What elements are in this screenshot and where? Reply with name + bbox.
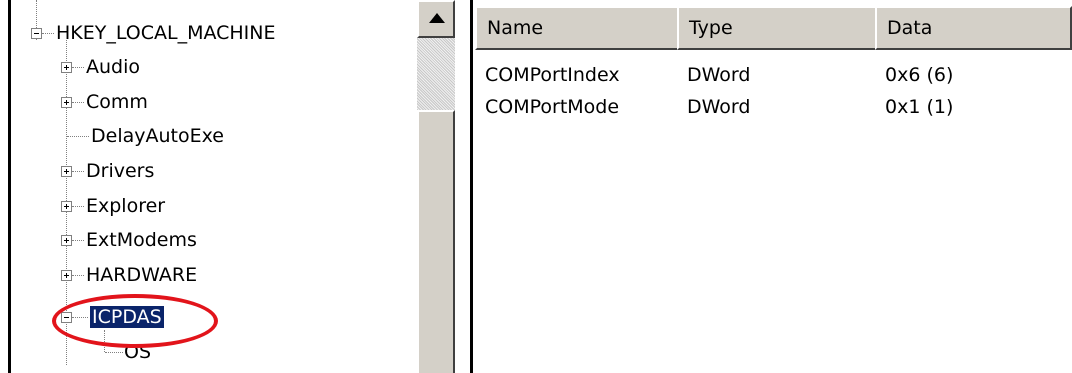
value-name: COMPortMode bbox=[485, 96, 620, 118]
value-data: 0x1 (1) bbox=[885, 96, 954, 118]
arrow-up-icon bbox=[429, 13, 445, 23]
tree-vertical-scrollbar[interactable] bbox=[417, 0, 455, 373]
value-name: COMPortIndex bbox=[485, 64, 620, 86]
tree-connector bbox=[105, 352, 123, 353]
tree-connector bbox=[42, 33, 54, 34]
tree-connector bbox=[72, 102, 84, 103]
tree-connector bbox=[72, 275, 84, 276]
tree-connector bbox=[72, 171, 84, 172]
expand-icon[interactable] bbox=[61, 166, 72, 177]
pane-left-edge bbox=[8, 0, 11, 373]
tree-item-hardware[interactable]: HARDWARE bbox=[86, 262, 197, 288]
tree-connector bbox=[72, 67, 84, 68]
tree-item-audio[interactable]: Audio bbox=[86, 54, 140, 80]
expand-icon[interactable] bbox=[61, 270, 72, 281]
collapse-icon[interactable] bbox=[31, 28, 42, 39]
tree-connector bbox=[67, 136, 89, 137]
tree-item-drivers[interactable]: Drivers bbox=[86, 158, 154, 184]
expand-icon[interactable] bbox=[61, 62, 72, 73]
tree-item-explorer[interactable]: Explorer bbox=[86, 193, 165, 219]
scroll-track[interactable] bbox=[417, 38, 455, 110]
expand-icon[interactable] bbox=[61, 235, 72, 246]
tree-item-delayautoexe[interactable]: DelayAutoExe bbox=[91, 123, 224, 149]
column-header-data[interactable]: Data bbox=[875, 6, 1072, 50]
tree-item-extmodems[interactable]: ExtModems bbox=[86, 227, 197, 253]
column-header-type[interactable]: Type bbox=[677, 6, 877, 50]
tree-item-comm[interactable]: Comm bbox=[86, 89, 148, 115]
scroll-thumb[interactable] bbox=[417, 110, 455, 373]
highlight-ellipse-annotation bbox=[52, 294, 218, 348]
expand-icon[interactable] bbox=[61, 201, 72, 212]
value-data: 0x6 (6) bbox=[885, 64, 954, 86]
tree-connector bbox=[72, 206, 84, 207]
registry-values-pane[interactable]: Name Type Data COMPortIndex DWord 0x6 (6… bbox=[473, 0, 1072, 373]
value-type: DWord bbox=[687, 64, 751, 86]
expand-icon[interactable] bbox=[61, 97, 72, 108]
column-header-name[interactable]: Name bbox=[475, 6, 679, 50]
tree-connector bbox=[72, 240, 84, 241]
tree-root-hkey-local-machine[interactable]: HKEY_LOCAL_MACHINE bbox=[56, 20, 276, 46]
scroll-up-button[interactable] bbox=[417, 0, 455, 38]
value-type: DWord bbox=[687, 96, 751, 118]
